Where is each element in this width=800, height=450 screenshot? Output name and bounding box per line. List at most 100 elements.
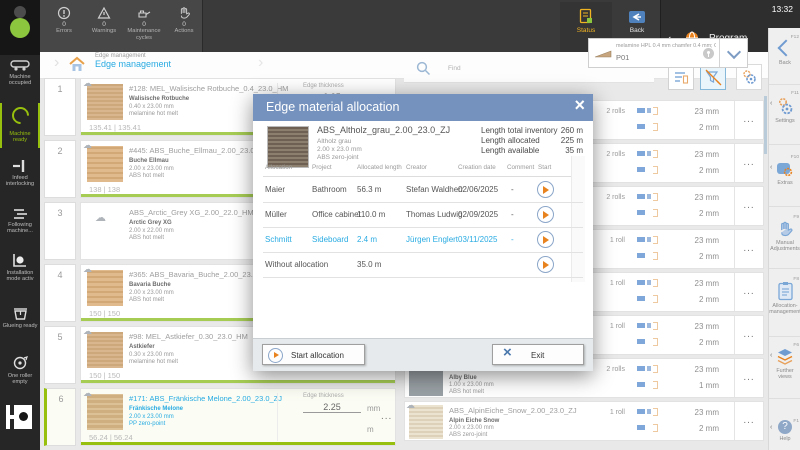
- roll-row-8[interactable]: ☁ ABS_AlpinEiche_Snow_2.00_23.0_ZJ Alpin…: [404, 401, 764, 441]
- cell-allocation: Schmitt: [265, 235, 292, 244]
- start-row-button[interactable]: [537, 231, 554, 248]
- unit-mm: mm: [367, 404, 380, 413]
- collapse-icon[interactable]: ‹: [770, 352, 772, 359]
- cell-project: Office cabinet: [312, 210, 361, 219]
- start-allocation-button[interactable]: Start allocation: [262, 344, 365, 365]
- row-menu-button[interactable]: ...: [734, 230, 763, 268]
- machine-state-following: Following machine...: [0, 207, 40, 235]
- active-program-box[interactable]: melamine HPL 0.4 mm chamfer 0.4 mm; Cutt…: [588, 38, 748, 68]
- edge-thumbnail: [87, 394, 123, 430]
- edge-title: #171: ABS_Fränkische Melone_2.00_23.0_ZJ: [129, 394, 282, 403]
- sidebar-item-further-views[interactable]: ‹ F6 Further views: [769, 340, 800, 399]
- filter-off-icon: [704, 68, 722, 86]
- machine-state-installation: Installation mode activ: [0, 253, 40, 283]
- row-menu-button[interactable]: ...: [734, 359, 763, 397]
- right-list-scrollbar[interactable]: [764, 96, 767, 154]
- row-menu-button[interactable]: ...: [381, 411, 392, 422]
- edge-name: Astkiefer: [129, 344, 155, 350]
- fkey-label: F12: [791, 35, 799, 40]
- warning-icon: [97, 6, 111, 20]
- rolls-count: 2 rolls: [606, 108, 625, 115]
- oil-can-icon: [136, 6, 152, 20]
- errors-counter[interactable]: 0 Errors: [42, 6, 86, 35]
- col-allocation: Allocation: [265, 164, 292, 171]
- breadcrumb[interactable]: Edge management Edge management: [95, 53, 171, 69]
- breadcrumb-chevron: ›: [258, 54, 263, 72]
- search-input[interactable]: Find: [448, 65, 461, 72]
- cell-project: Bathroom: [312, 185, 347, 194]
- back-machine-icon: [628, 10, 646, 25]
- row-menu-button[interactable]: ...: [734, 316, 763, 354]
- rolls-count: 2 rolls: [606, 194, 625, 201]
- close-icon[interactable]: ×: [574, 95, 585, 116]
- edge-thickness: 2 mm: [675, 252, 719, 261]
- edge-thickness-input[interactable]: 2.25: [303, 402, 361, 413]
- cell-creator: Jürgen Englert: [406, 235, 458, 244]
- sidebar-item-back[interactable]: F12 Back: [769, 32, 800, 85]
- edge-row-6-selected[interactable]: ☁ #171: ABS_Fränkische Melone_2.00_23.0_…: [80, 388, 396, 446]
- collapse-icon[interactable]: ‹: [770, 424, 772, 431]
- play-icon: [543, 186, 549, 194]
- length-total-label: Length total inventory: [481, 126, 558, 135]
- edge-width: 23 mm: [675, 365, 719, 374]
- homag-logo: [6, 403, 34, 431]
- start-row-button[interactable]: [537, 206, 554, 223]
- edge-name: Fränkische Melone: [129, 406, 183, 412]
- edge-size: 0.30 x 23.00 mm: [129, 352, 174, 358]
- exit-x-icon: ×: [503, 344, 512, 361]
- edge-width: 23 mm: [675, 279, 719, 288]
- collapse-icon[interactable]: ‹: [770, 164, 772, 171]
- col-project: Project: [312, 164, 332, 171]
- program-info-text: melamine HPL 0.4 mm chamfer 0.4 mm; Cutt…: [616, 43, 716, 49]
- machine-occupied-icon: [10, 59, 30, 72]
- row-number: 6: [44, 388, 76, 446]
- start-row-button[interactable]: [537, 181, 554, 198]
- allocation-row-without[interactable]: Without allocation 35.0 m: [263, 252, 583, 278]
- edge-size: 2.00 x 22.00 mm: [129, 228, 174, 234]
- app-window: 0 Errors 0 Warnings 0 Maintenance cycles…: [0, 0, 800, 450]
- machine-state-label: Machine occupied: [0, 74, 40, 87]
- sidebar-item-help[interactable]: ‹ F1 ? Help: [769, 416, 800, 450]
- row-menu-button[interactable]: ...: [734, 144, 763, 182]
- allocation-row-maier[interactable]: Maier Bathroom 56.3 m Stefan Waldherr 02…: [263, 177, 583, 203]
- row-menu-button[interactable]: ...: [734, 187, 763, 225]
- sidebar-item-extras[interactable]: ‹ F10 Extras: [769, 152, 800, 207]
- edge-thickness: 2 mm: [675, 209, 719, 218]
- back-tab-label: Back: [616, 27, 658, 34]
- row-menu-button[interactable]: ...: [734, 101, 763, 139]
- sidebar-item-allocation-management[interactable]: F8 Allocation- management: [769, 274, 800, 337]
- infeed-interlocking-icon: [12, 159, 28, 173]
- home-icon[interactable]: [68, 56, 86, 73]
- allocation-row-mueller[interactable]: Müller Office cabinet 110.0 m Thomas Lud…: [263, 202, 583, 228]
- roller-empty-icon: [12, 355, 28, 371]
- warnings-counter[interactable]: 0 Warnings: [82, 6, 126, 35]
- start-row-button[interactable]: [537, 256, 554, 273]
- edge-size: 2.00 x 23.00 mm: [129, 166, 174, 172]
- edge-thickness: 2 mm: [675, 166, 719, 175]
- allocation-row-schmitt-selected[interactable]: Schmitt Sideboard 2.4 m Jürgen Englert 0…: [263, 227, 583, 253]
- rolls-count: 2 rolls: [606, 151, 625, 158]
- edge-quantity: 135.41 | 135.41: [89, 123, 141, 132]
- exit-button[interactable]: × Exit: [492, 344, 584, 365]
- sidebar-item-settings[interactable]: ‹ F11 Settings: [769, 88, 800, 145]
- edge-quantity: 138 | 138: [89, 185, 120, 194]
- cell-length: 2.4 m: [357, 235, 377, 244]
- glue-pot-icon: [12, 307, 29, 321]
- collapse-icon[interactable]: ‹: [770, 100, 772, 107]
- col-comment: Comment: [507, 164, 534, 171]
- status-icon: [579, 8, 594, 25]
- edge-size: 1.00 x 23.00 mm: [449, 382, 494, 388]
- play-icon: [543, 236, 549, 244]
- row-menu-button[interactable]: ...: [734, 402, 763, 440]
- row-number: 3: [44, 202, 76, 260]
- row-menu-button[interactable]: ...: [734, 273, 763, 311]
- program-expand-button[interactable]: [719, 39, 747, 67]
- sidebar-item-manual-adjustments[interactable]: F9 Manual Adjustments: [769, 212, 800, 269]
- maintenance-counter[interactable]: 0 Maintenance cycles: [122, 6, 166, 41]
- help-icon: ?: [778, 420, 792, 434]
- warnings-label: Warnings: [82, 28, 126, 35]
- extras-icon: [775, 160, 795, 178]
- actions-counter[interactable]: 0 Actions: [166, 6, 202, 35]
- edge-quantity: 56.24 | 56.24: [89, 433, 133, 442]
- cell-comment: -: [511, 185, 514, 194]
